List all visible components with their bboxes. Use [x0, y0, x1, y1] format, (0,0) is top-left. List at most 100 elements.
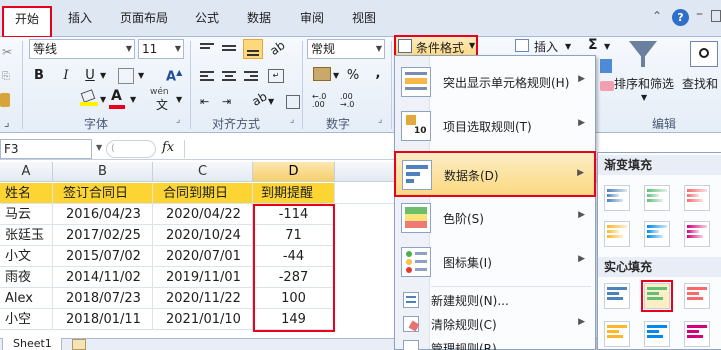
menu-item-highlight-rules[interactable]: 突出显示单元格规则(H) ▶: [395, 62, 595, 102]
table-cell[interactable]: 张廷玉: [0, 225, 53, 246]
restore-icon[interactable]: [711, 10, 721, 22]
chevron-down-icon[interactable]: ▼: [138, 71, 144, 80]
align-middle-icon[interactable]: [222, 43, 236, 55]
chevron-down-icon[interactable]: ▼: [641, 93, 647, 102]
clear-icon[interactable]: [600, 81, 614, 91]
gradient-bar-green[interactable]: [644, 185, 670, 211]
phonetic-char-icon[interactable]: 文: [156, 96, 168, 113]
align-right-icon[interactable]: [244, 71, 258, 83]
chevron-down-icon[interactable]: ▼: [130, 95, 136, 104]
table-cell[interactable]: 2016/04/23: [53, 204, 153, 225]
column-header-b[interactable]: B: [53, 162, 153, 182]
tab-page-layout[interactable]: 页面布局: [110, 6, 178, 30]
tab-home[interactable]: 开始: [2, 6, 52, 38]
border-icon[interactable]: [118, 68, 134, 84]
collapse-ribbon-icon[interactable]: ⌃: [652, 9, 662, 23]
menu-item-top-bottom-rules[interactable]: 10 项目选取规则(T) ▶: [395, 106, 595, 146]
font-color-icon[interactable]: A: [111, 88, 122, 104]
gradient-bar-red[interactable]: [684, 185, 710, 211]
tab-formulas[interactable]: 公式: [185, 6, 229, 30]
align-launcher-icon[interactable]: ⌟: [290, 115, 294, 125]
chevron-down-icon[interactable]: ▼: [333, 71, 339, 80]
align-center-icon[interactable]: [222, 71, 236, 83]
chevron-down-icon[interactable]: ▼: [100, 95, 106, 104]
chevron-down-icon[interactable]: ▼: [565, 42, 571, 51]
formula-splitter[interactable]: (: [106, 140, 156, 158]
table-cell[interactable]: 2021/01/10: [153, 309, 253, 330]
sheet-tab[interactable]: Sheet1: [2, 338, 62, 350]
decrease-indent-icon[interactable]: ⇤: [200, 95, 209, 108]
table-cell[interactable]: 2020/10/24: [153, 225, 253, 246]
conditional-format-button[interactable]: 条件格式 ▼: [394, 35, 478, 57]
table-cell[interactable]: 2017/02/25: [53, 225, 153, 246]
table-cell[interactable]: 2015/07/02: [53, 246, 153, 267]
solid-bar-purple[interactable]: [684, 321, 710, 347]
decrease-decimal-icon[interactable]: .00 →.0: [340, 93, 354, 109]
table-cell[interactable]: 2019/11/01: [153, 267, 253, 288]
fill-color-icon[interactable]: [80, 89, 98, 106]
menu-item-new-rule[interactable]: 新建规则(N)...: [395, 288, 595, 312]
table-header-cell[interactable]: 签订合同日: [53, 183, 153, 204]
tab-insert[interactable]: 插入: [58, 6, 102, 30]
table-header-cell[interactable]: 姓名: [0, 183, 53, 204]
align-bottom-button[interactable]: [243, 39, 263, 59]
comma-button[interactable]: ,: [368, 64, 388, 84]
gradient-bar-lightblue[interactable]: [644, 221, 670, 247]
column-header-c[interactable]: C: [153, 162, 253, 182]
gradient-bar-orange[interactable]: [604, 221, 630, 247]
sort-filter-button[interactable]: 排序和筛选: [614, 75, 674, 92]
menu-item-color-scales[interactable]: 色阶(S) ▶: [395, 198, 595, 238]
help-icon[interactable]: ?: [672, 9, 689, 26]
merge-cells-icon[interactable]: [286, 95, 300, 109]
gradient-bar-purple[interactable]: [684, 221, 710, 247]
autosum-icon[interactable]: Σ: [588, 37, 598, 53]
solid-bar-blue[interactable]: [604, 283, 630, 309]
table-cell[interactable]: Alex: [0, 288, 53, 309]
insert-cells-icon[interactable]: [515, 39, 529, 52]
italic-button[interactable]: I: [56, 66, 76, 86]
chevron-down-icon[interactable]: ▼: [604, 42, 610, 51]
menu-item-data-bars[interactable]: 数据条(D) ▶: [394, 151, 596, 197]
solid-bar-orange[interactable]: [604, 321, 630, 347]
font-launcher-icon[interactable]: ⌟: [176, 115, 180, 125]
fill-icon[interactable]: [600, 59, 612, 73]
insert-button[interactable]: 插入: [534, 38, 558, 55]
table-cell[interactable]: 2018/01/11: [53, 309, 153, 330]
bold-button[interactable]: B: [29, 66, 49, 86]
menu-item-clear-rules[interactable]: 清除规则(C) ▶: [395, 312, 595, 336]
tab-review[interactable]: 审阅: [290, 6, 334, 30]
cut-icon[interactable]: ✂: [2, 45, 12, 59]
number-format-combo[interactable]: 常规 ▼: [307, 39, 385, 59]
menu-item-manage-rules[interactable]: 管理规则(R)...: [395, 336, 595, 350]
copy-icon[interactable]: ⎘: [2, 71, 10, 82]
gradient-bar-blue[interactable]: [604, 185, 630, 211]
find-select-icon[interactable]: [690, 41, 718, 67]
new-sheet-icon[interactable]: [72, 339, 86, 350]
currency-icon[interactable]: [313, 67, 331, 81]
number-launcher-icon[interactable]: ⌟: [378, 115, 382, 125]
table-header-cell[interactable]: 到期提醒: [253, 183, 335, 204]
font-size-combo[interactable]: 11 ▼: [138, 39, 184, 59]
sort-filter-icon[interactable]: [625, 41, 659, 67]
tab-data[interactable]: 数据: [237, 6, 281, 30]
align-top-icon[interactable]: [200, 43, 214, 55]
table-cell[interactable]: 小空: [0, 309, 53, 330]
chevron-down-icon[interactable]: ▼: [100, 71, 106, 80]
align-left-icon[interactable]: [200, 71, 214, 83]
chevron-down-icon[interactable]: ▼: [176, 95, 182, 104]
text-direction-icon[interactable]: ab: [250, 89, 270, 109]
wrap-text-icon[interactable]: ↵: [268, 69, 284, 83]
name-box[interactable]: F3: [0, 139, 92, 159]
menu-item-icon-sets[interactable]: 图标集(I) ▶: [395, 242, 595, 282]
table-cell[interactable]: 2018/07/23: [53, 288, 153, 309]
table-cell[interactable]: 小文: [0, 246, 53, 267]
percent-button[interactable]: %: [343, 66, 363, 86]
table-cell[interactable]: 雨夜: [0, 267, 53, 288]
tab-view[interactable]: 视图: [342, 6, 386, 30]
solid-bar-green[interactable]: [641, 280, 673, 312]
table-cell[interactable]: 2020/04/22: [153, 204, 253, 225]
table-header-cell[interactable]: 合同到期日: [153, 183, 253, 204]
orientation-icon[interactable]: ab: [267, 38, 287, 58]
insert-function-icon[interactable]: fx: [162, 140, 174, 155]
column-header-d[interactable]: D: [253, 162, 335, 182]
